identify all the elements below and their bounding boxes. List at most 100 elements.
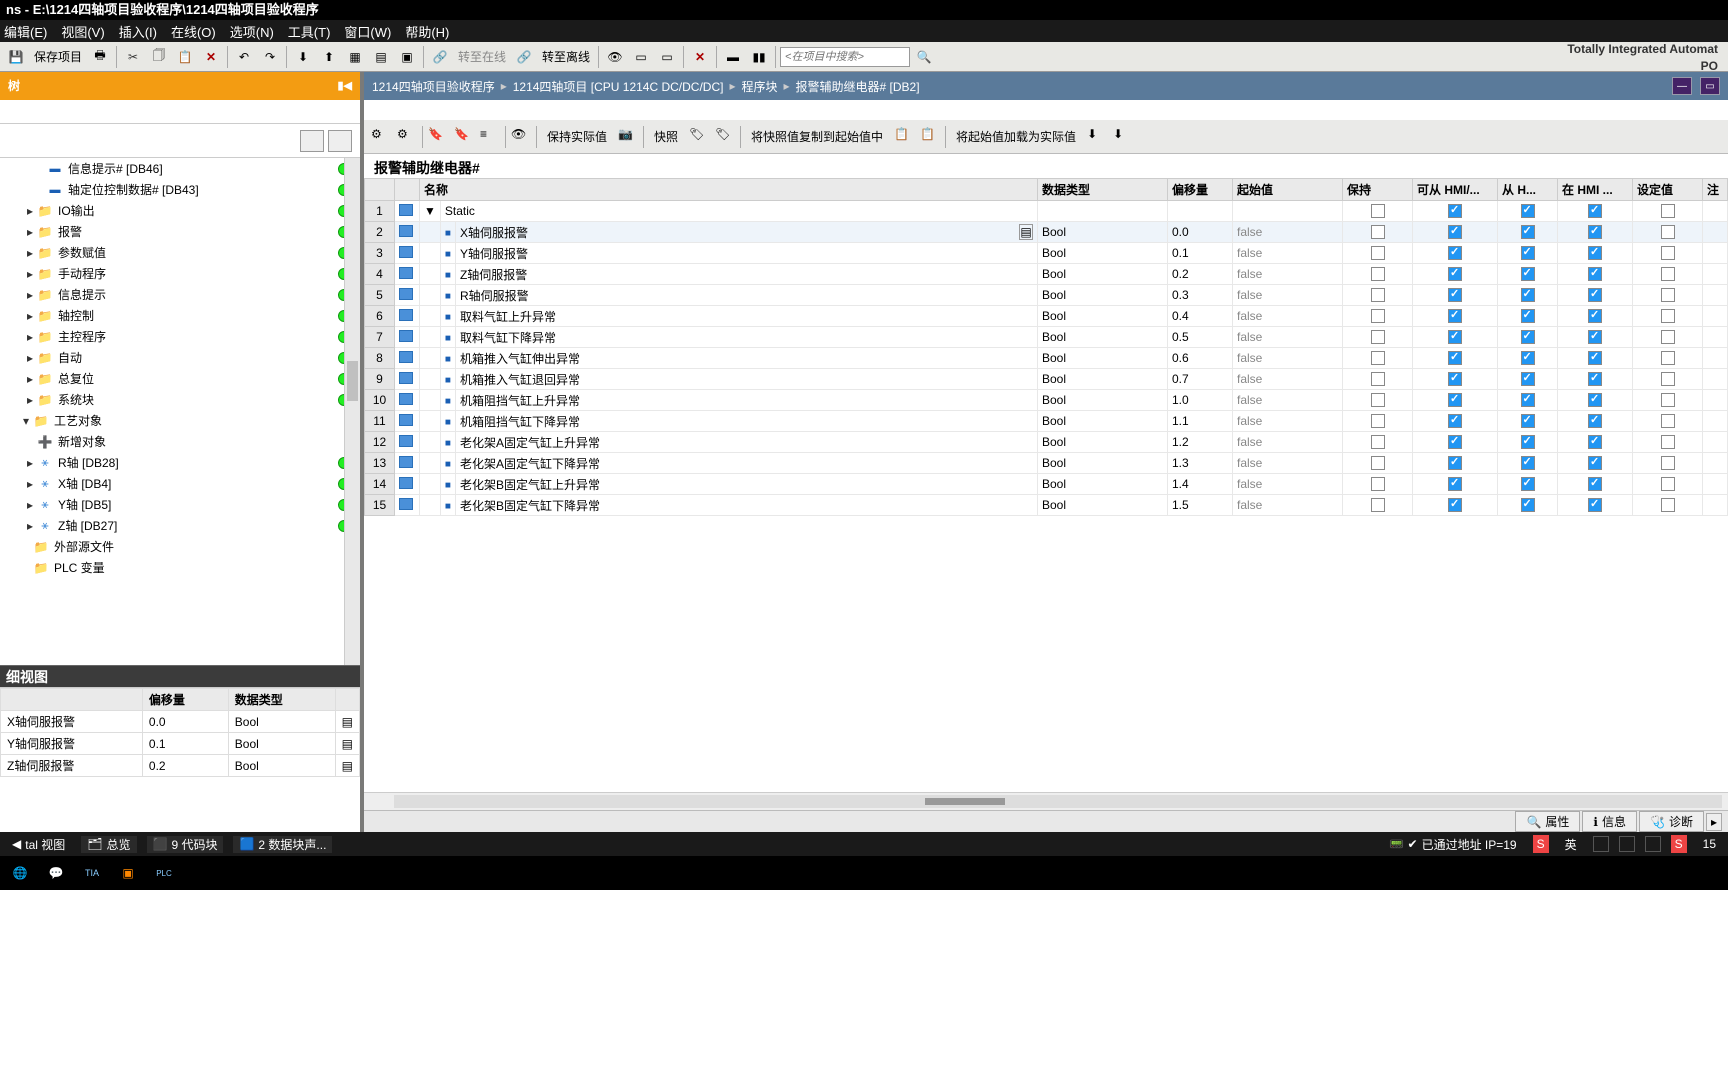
var-name[interactable]: 老化架A固定气缸上升异常: [455, 432, 1037, 453]
var-start[interactable]: false: [1233, 348, 1343, 369]
expand-icon[interactable]: ▸: [24, 393, 36, 407]
detail-row[interactable]: X轴伺服报警0.0Bool▤: [1, 711, 360, 733]
checkbox[interactable]: [1521, 477, 1535, 491]
load-start-label[interactable]: 将起始值加载为实际值: [950, 128, 1082, 145]
var-name[interactable]: Z轴伺服报警: [455, 264, 1037, 285]
tree-item[interactable]: ▸📁信息提示: [0, 284, 360, 305]
search-go-icon[interactable]: 🔍: [912, 45, 936, 69]
table-row[interactable]: 3■Y轴伺服报警Bool0.1false: [365, 243, 1728, 264]
minimize-icon[interactable]: —: [1672, 77, 1692, 95]
checkbox[interactable]: [1521, 351, 1535, 365]
checkbox[interactable]: [1588, 414, 1602, 428]
portal-view-button[interactable]: ◀ tal 视图: [6, 836, 71, 853]
maximize-icon[interactable]: ▭: [1700, 77, 1720, 95]
expand-icon[interactable]: ▸: [24, 204, 36, 218]
delete-icon[interactable]: ✕: [199, 45, 223, 69]
col-dtype[interactable]: 数据类型: [1038, 179, 1168, 201]
row-number[interactable]: 13: [365, 453, 395, 474]
var-offset[interactable]: 0.4: [1168, 306, 1233, 327]
col-retain[interactable]: 保持: [1343, 179, 1413, 201]
compile-icon[interactable]: ▦: [343, 45, 367, 69]
expand-icon[interactable]: ▸: [24, 330, 36, 344]
expand-icon[interactable]: ▸: [24, 498, 36, 512]
var-name[interactable]: 取料气缸下降异常: [455, 327, 1037, 348]
tool-icon[interactable]: 🔖: [453, 126, 475, 148]
go-offline-label[interactable]: 转至离线: [538, 48, 594, 65]
checkbox[interactable]: [1521, 309, 1535, 323]
menu-item[interactable]: 在线(O): [171, 22, 216, 41]
go-online-label[interactable]: 转至在线: [454, 48, 510, 65]
row-number[interactable]: 5: [365, 285, 395, 306]
checkbox[interactable]: [1521, 372, 1535, 386]
tree-item[interactable]: 📁PLC 变量: [0, 557, 360, 578]
table-row[interactable]: 9■机箱推入气缸退回异常Bool0.7false: [365, 369, 1728, 390]
var-offset[interactable]: 0.1: [1168, 243, 1233, 264]
checkbox[interactable]: [1661, 393, 1675, 407]
tree-item[interactable]: ▸📁手动程序: [0, 263, 360, 284]
checkbox[interactable]: [1521, 393, 1535, 407]
datablocks-button[interactable]: 🟦 2 数据块声...: [233, 836, 332, 853]
menu-item[interactable]: 编辑(E): [4, 22, 47, 41]
checkbox[interactable]: [1448, 456, 1462, 470]
menu-item[interactable]: 视图(V): [61, 22, 104, 41]
snapshot-label[interactable]: 快照: [648, 128, 684, 145]
tree-item[interactable]: ▸⚹R轴 [DB28]: [0, 452, 360, 473]
row-number[interactable]: 10: [365, 390, 395, 411]
col-hmi-r[interactable]: 可从 HMI/...: [1413, 179, 1498, 201]
tree-item[interactable]: ▸📁报警: [0, 221, 360, 242]
tree-item[interactable]: ▬信息提示# [DB46]: [0, 158, 360, 179]
checkbox[interactable]: [1661, 267, 1675, 281]
table-row[interactable]: 11■机箱阻挡气缸下降异常Bool1.1false: [365, 411, 1728, 432]
checkbox[interactable]: [1448, 309, 1462, 323]
tree-item[interactable]: ▸📁总复位: [0, 368, 360, 389]
checkbox[interactable]: [1661, 435, 1675, 449]
tree-filter-icon[interactable]: [328, 130, 352, 152]
go-online-icon[interactable]: 🔗: [428, 45, 452, 69]
var-start[interactable]: false: [1233, 369, 1343, 390]
tree-item[interactable]: ▸📁IO输出: [0, 200, 360, 221]
col-offset[interactable]: 偏移量: [1168, 179, 1233, 201]
checkbox[interactable]: [1448, 246, 1462, 260]
expand-icon[interactable]: ▸: [24, 246, 36, 260]
menu-item[interactable]: 插入(I): [119, 22, 157, 41]
checkbox[interactable]: [1661, 288, 1675, 302]
var-type[interactable]: Bool: [1038, 495, 1168, 516]
tool-icon[interactable]: 🏷: [688, 126, 710, 148]
table-row[interactable]: 15■老化架B固定气缸下降异常Bool1.5false: [365, 495, 1728, 516]
var-start[interactable]: false: [1233, 327, 1343, 348]
crumb-3[interactable]: 报警辅助继电器# [DB2]: [796, 78, 920, 95]
checkbox[interactable]: [1661, 372, 1675, 386]
detail-table[interactable]: 偏移量 数据类型 X轴伺服报警0.0Bool▤Y轴伺服报警0.1Bool▤Z轴伺…: [0, 687, 360, 832]
var-name[interactable]: 老化架B固定气缸上升异常: [455, 474, 1037, 495]
device-icon[interactable]: ▣: [395, 45, 419, 69]
detail-col-name[interactable]: [1, 689, 143, 711]
tree-item[interactable]: 📁外部源文件: [0, 536, 360, 557]
collapse-icon[interactable]: ▮◀: [337, 72, 352, 100]
checkbox[interactable]: [1521, 456, 1535, 470]
undo-icon[interactable]: ↶: [232, 45, 256, 69]
var-type[interactable]: Bool: [1038, 432, 1168, 453]
tool-icon[interactable]: 📋: [919, 126, 941, 148]
var-offset[interactable]: 1.0: [1168, 390, 1233, 411]
retain-checkbox[interactable]: [1371, 204, 1385, 218]
checkbox[interactable]: [1371, 330, 1385, 344]
checkbox[interactable]: [1371, 456, 1385, 470]
expand-icon[interactable]: ▾: [20, 414, 32, 428]
tree-item[interactable]: ➕新增对象: [0, 431, 360, 452]
tree-item[interactable]: ▸📁轴控制: [0, 305, 360, 326]
checkbox[interactable]: [1448, 498, 1462, 512]
checkbox[interactable]: [1521, 225, 1535, 239]
row-number[interactable]: 4: [365, 264, 395, 285]
checkbox[interactable]: [1448, 351, 1462, 365]
table-row[interactable]: 12■老化架A固定气缸上升异常Bool1.2false: [365, 432, 1728, 453]
table-row[interactable]: 8■机箱推入气缸伸出异常Bool0.6false: [365, 348, 1728, 369]
var-name[interactable]: 机箱推入气缸伸出异常: [455, 348, 1037, 369]
row-number[interactable]: 11: [365, 411, 395, 432]
tree-item[interactable]: ▸📁参数赋值: [0, 242, 360, 263]
checkbox[interactable]: [1448, 372, 1462, 386]
hmi-w-checkbox[interactable]: [1521, 204, 1535, 218]
row-number[interactable]: 12: [365, 432, 395, 453]
checkbox[interactable]: [1661, 498, 1675, 512]
split-v-icon[interactable]: ▮▮: [747, 45, 771, 69]
var-type[interactable]: Bool: [1038, 327, 1168, 348]
